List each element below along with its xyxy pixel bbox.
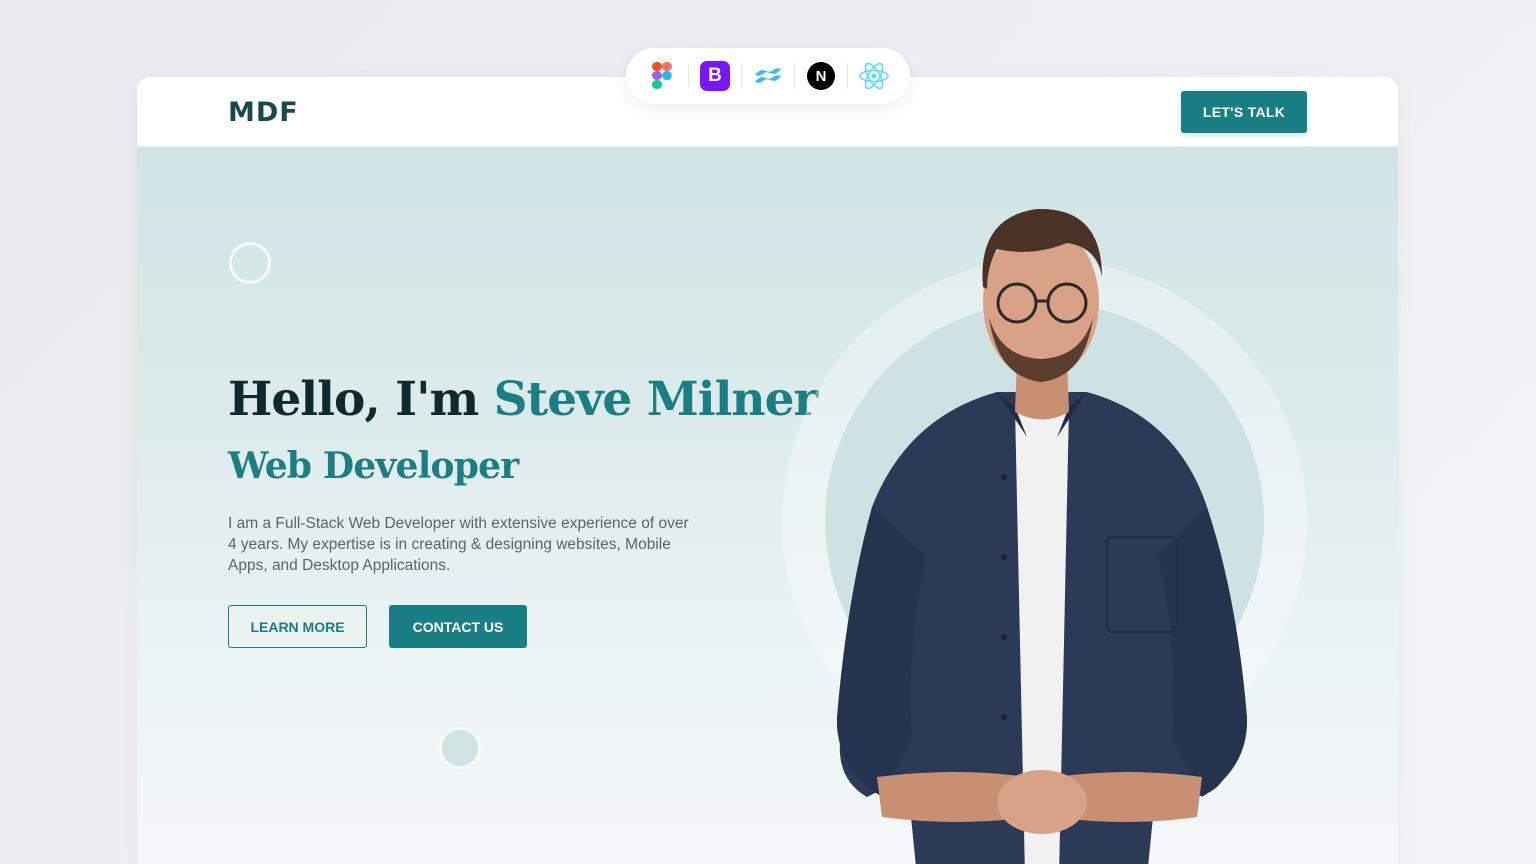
bootstrap-icon[interactable]: B xyxy=(689,58,741,94)
hero-role: Web Developer xyxy=(228,445,519,487)
tailwind-icon[interactable] xyxy=(742,58,794,94)
hero-headline: Hello, I'm Steve Milner xyxy=(228,372,819,427)
logo[interactable]: MDF xyxy=(228,97,299,128)
figma-icon[interactable] xyxy=(636,58,688,94)
hero-name: Steve Milner xyxy=(493,372,819,427)
greeting-text: Hello, I'm xyxy=(228,372,494,427)
tech-stack-toolbar: B N xyxy=(626,48,910,104)
browser-window: MDF LET'S TALK Hello, I'm Steve Milner W… xyxy=(137,77,1398,864)
decorative-dot xyxy=(439,727,481,769)
react-icon[interactable] xyxy=(848,58,900,94)
decorative-ring xyxy=(229,242,271,284)
lets-talk-button[interactable]: LET'S TALK xyxy=(1181,91,1307,133)
nextjs-letter: N xyxy=(807,62,835,90)
hero-section: Hello, I'm Steve Milner Web Developer I … xyxy=(137,147,1398,864)
learn-more-button[interactable]: LEARN MORE xyxy=(228,605,367,648)
nextjs-icon[interactable]: N xyxy=(795,58,847,94)
hero-description: I am a Full-Stack Web Developer with ext… xyxy=(228,515,689,574)
bootstrap-letter: B xyxy=(700,61,730,91)
contact-us-button[interactable]: CONTACT US xyxy=(389,605,527,648)
developer-portrait xyxy=(836,208,1248,864)
